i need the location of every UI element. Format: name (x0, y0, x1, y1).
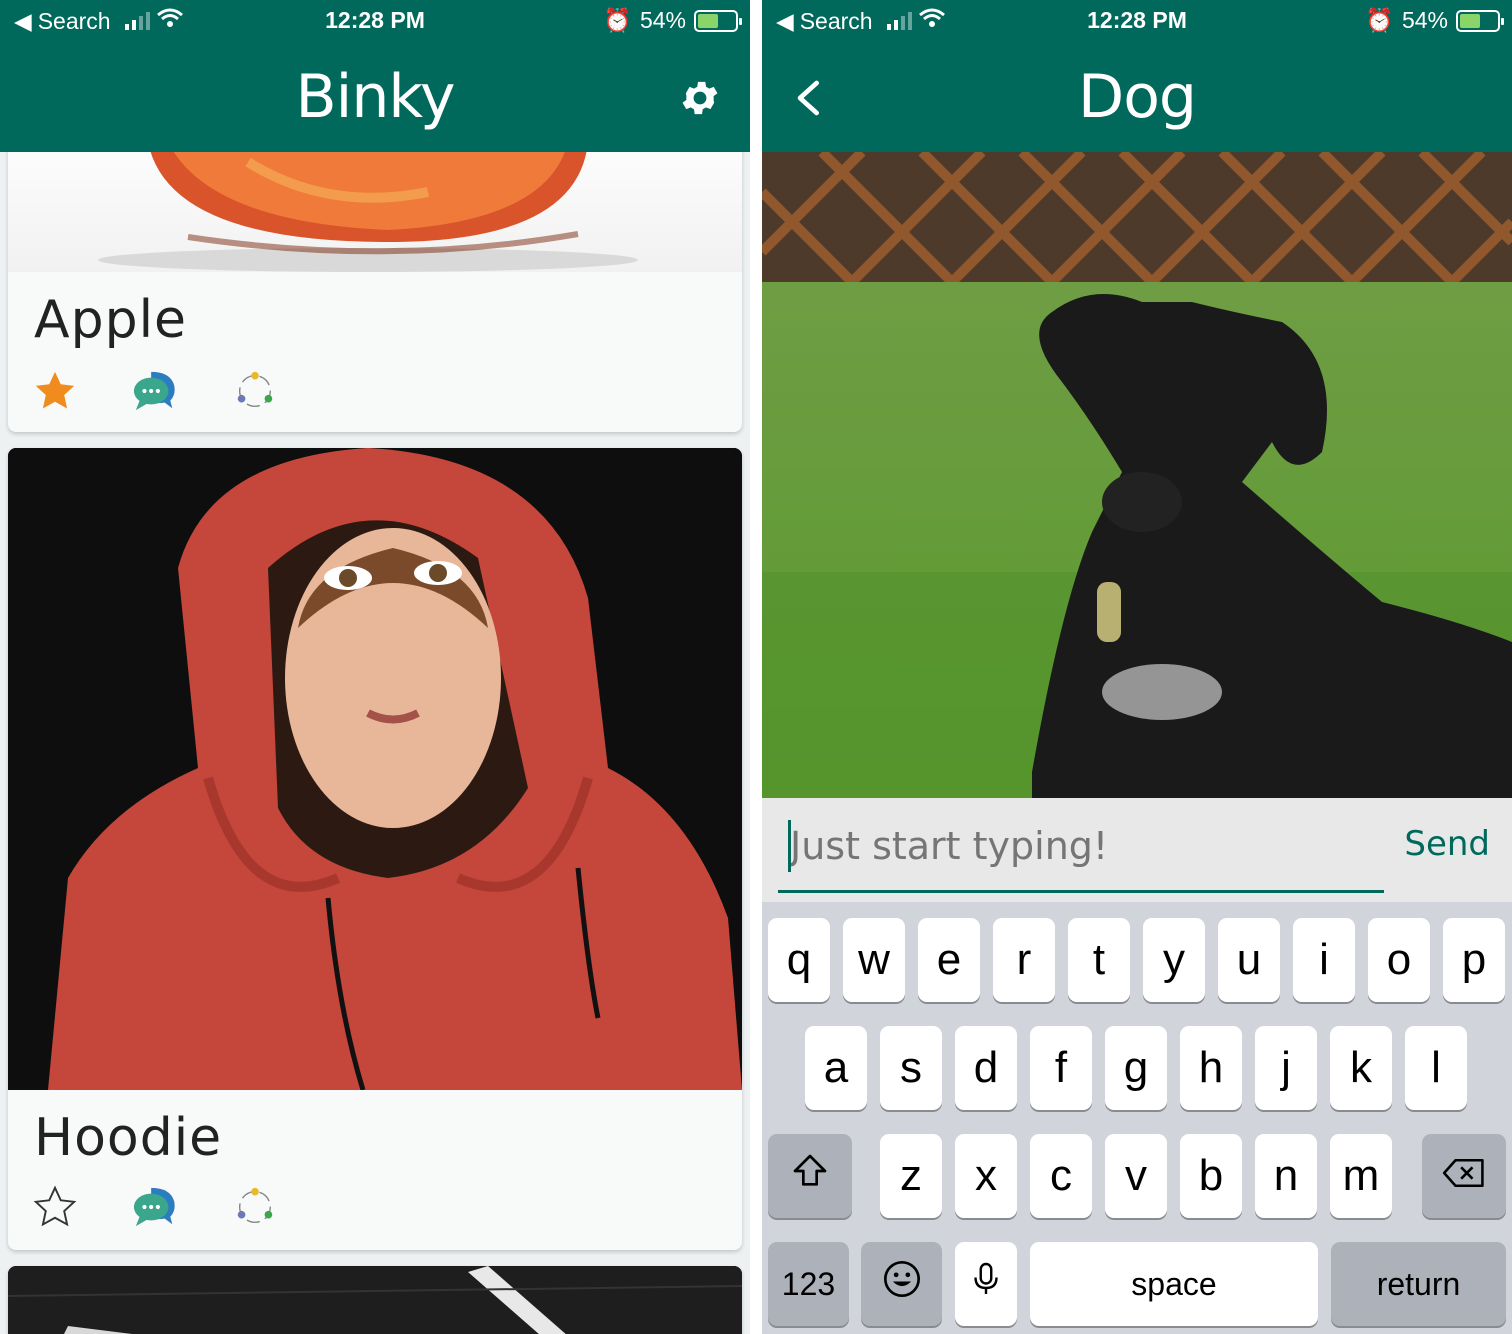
send-button[interactable]: Send (1404, 824, 1490, 864)
battery-percent: 54% (1401, 7, 1448, 33)
share-icon[interactable] (232, 1184, 278, 1230)
app-title: Binky (295, 62, 456, 132)
battery-percent: 54% (639, 7, 686, 33)
backspace-icon (1441, 1151, 1487, 1201)
key-c[interactable]: c (1030, 1134, 1092, 1218)
key-q[interactable]: q (768, 918, 830, 1002)
key-b[interactable]: b (1180, 1134, 1242, 1218)
comments-icon[interactable] (132, 1184, 178, 1230)
input-underline (778, 890, 1384, 893)
key-t[interactable]: t (1068, 918, 1130, 1002)
page-title: Dog (1078, 62, 1197, 132)
text-caret (788, 820, 791, 872)
message-bar: Send (762, 798, 1512, 902)
alarm-icon: ⏰ (1365, 7, 1394, 33)
key-i[interactable]: i (1293, 918, 1355, 1002)
key-m[interactable]: m (1330, 1134, 1392, 1218)
key-v[interactable]: v (1105, 1134, 1167, 1218)
screen-divider (750, 0, 762, 1334)
feed-list[interactable]: Apple Hoodie (0, 122, 750, 1334)
return-key[interactable]: return (1331, 1242, 1506, 1326)
detail-screen: ◀ Search 12:28 PM ⏰ 54% Dog Just start t… (762, 0, 1512, 1334)
dictation-key[interactable] (955, 1242, 1017, 1326)
numbers-key[interactable]: 123 (768, 1242, 849, 1326)
status-bar: ◀ Search 12:28 PM ⏰ 54% (762, 0, 1512, 42)
key-y[interactable]: y (1143, 918, 1205, 1002)
feed-screen: Apple Hoodie ◀ Search 12:28 PM ⏰ 54% Bin… (0, 0, 750, 1334)
favorite-star-outline-icon[interactable] (32, 1184, 78, 1230)
key-z[interactable]: z (880, 1134, 942, 1218)
battery-icon (1456, 9, 1504, 32)
backspace-key[interactable] (1422, 1134, 1506, 1218)
key-j[interactable]: j (1255, 1026, 1317, 1110)
key-n[interactable]: n (1255, 1134, 1317, 1218)
shift-arrow-icon (790, 1151, 830, 1202)
key-e[interactable]: e (918, 918, 980, 1002)
key-g[interactable]: g (1105, 1026, 1167, 1110)
feed-card-next[interactable] (8, 1266, 742, 1334)
emoji-key[interactable] (861, 1242, 942, 1326)
next-photo[interactable] (8, 1266, 742, 1334)
alarm-icon: ⏰ (603, 7, 632, 33)
onscreen-keyboard: q w e r t y u i o p a s d f g h j k l z … (762, 902, 1512, 1334)
key-u[interactable]: u (1218, 918, 1280, 1002)
key-w[interactable]: w (843, 918, 905, 1002)
emoji-icon (882, 1259, 922, 1310)
share-icon[interactable] (232, 368, 278, 414)
status-bar: ◀ Search 12:28 PM ⏰ 54% (0, 0, 750, 42)
key-s[interactable]: s (880, 1026, 942, 1110)
hoodie-photo[interactable] (8, 448, 742, 1090)
app-bar: ◀ Search 12:28 PM ⏰ 54% Dog (762, 0, 1512, 152)
key-l[interactable]: l (1405, 1026, 1467, 1110)
key-k[interactable]: k (1330, 1026, 1392, 1110)
space-key[interactable]: space (1030, 1242, 1318, 1326)
key-r[interactable]: r (993, 918, 1055, 1002)
message-input[interactable] (790, 820, 1360, 872)
key-d[interactable]: d (955, 1026, 1017, 1110)
microphone-icon (968, 1259, 1004, 1310)
feed-card-hoodie[interactable]: Hoodie (8, 448, 742, 1250)
key-o[interactable]: o (1368, 918, 1430, 1002)
settings-gear-icon[interactable] (678, 76, 722, 120)
key-h[interactable]: h (1180, 1026, 1242, 1110)
key-x[interactable]: x (955, 1134, 1017, 1218)
card-title: Hoodie (34, 1108, 223, 1168)
key-f[interactable]: f (1030, 1026, 1092, 1110)
app-bar: ◀ Search 12:28 PM ⏰ 54% Binky (0, 0, 750, 152)
key-a[interactable]: a (805, 1026, 867, 1110)
shift-key[interactable] (768, 1134, 852, 1218)
feed-card-apple[interactable]: Apple (8, 122, 742, 432)
comments-icon[interactable] (132, 368, 178, 414)
key-p[interactable]: p (1443, 918, 1505, 1002)
dog-photo[interactable] (762, 152, 1512, 798)
favorite-star-icon[interactable] (32, 368, 78, 414)
battery-icon (694, 9, 742, 32)
card-title: Apple (34, 290, 188, 350)
